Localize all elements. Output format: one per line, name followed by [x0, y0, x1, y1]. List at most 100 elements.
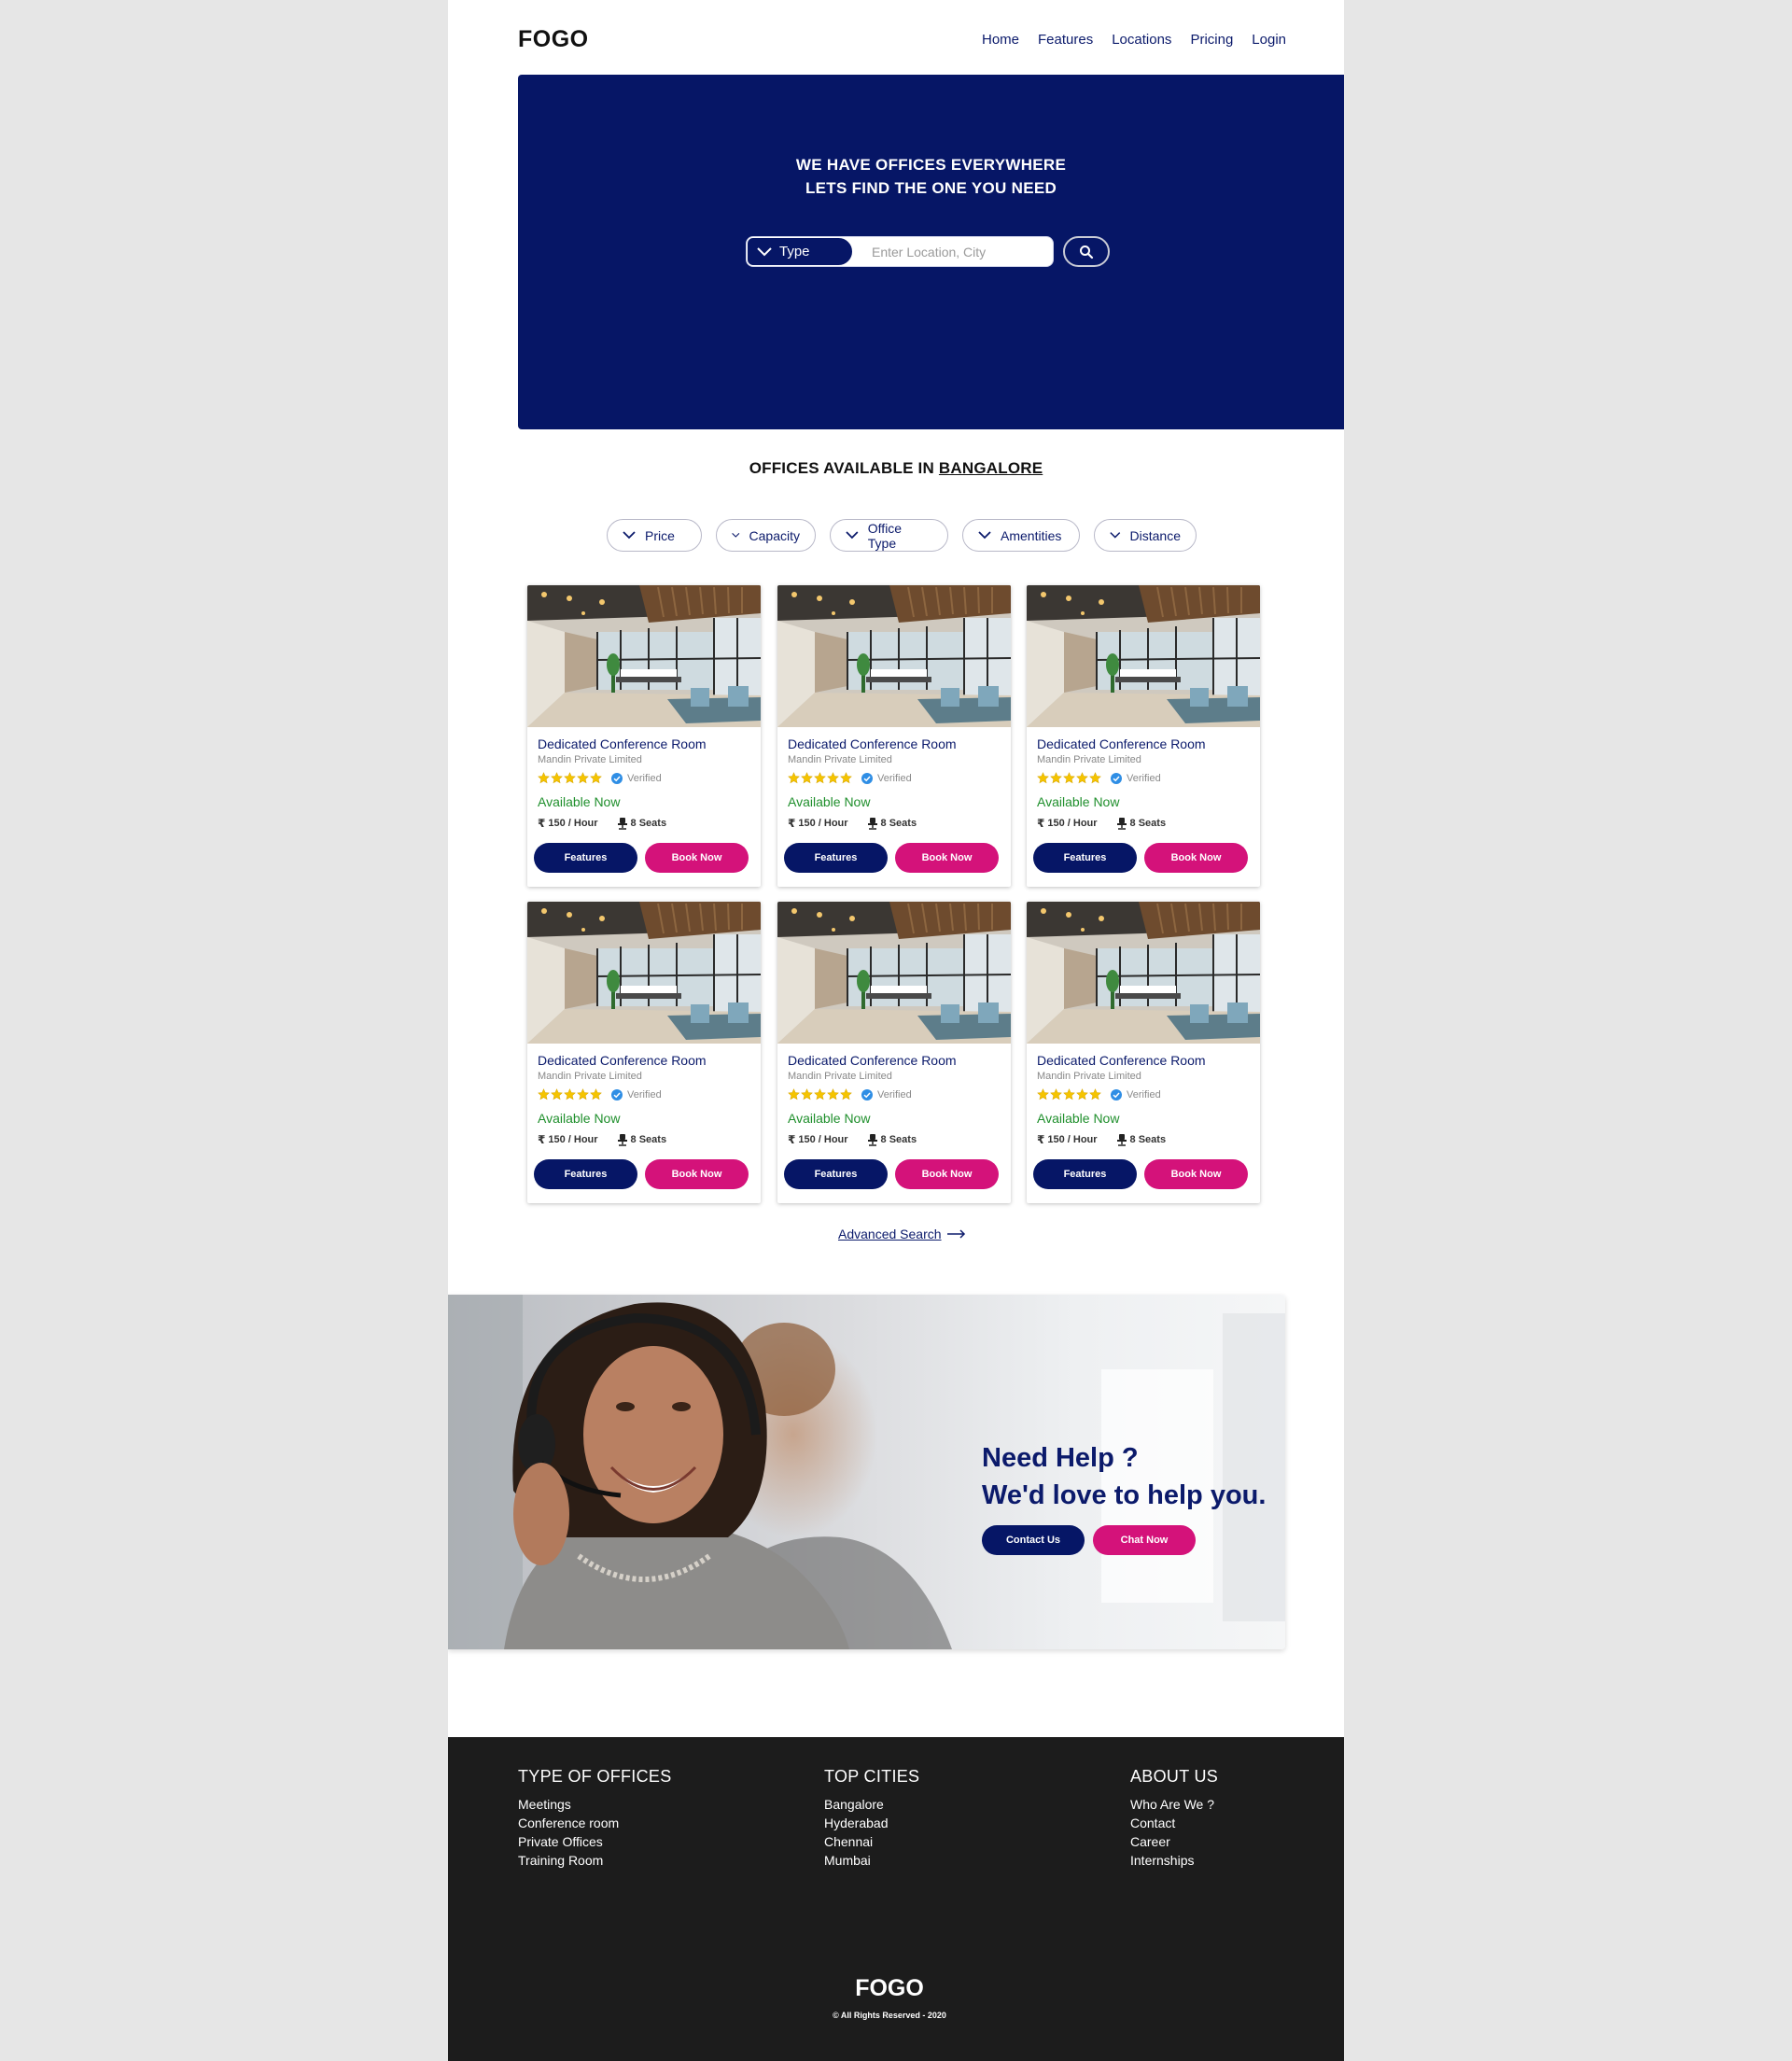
- star-icon: [551, 1088, 563, 1101]
- seat-icon: [617, 817, 627, 830]
- verified-badge: Verified: [1111, 772, 1161, 784]
- star-icon: [840, 772, 852, 784]
- footer-link[interactable]: Internships: [1130, 1851, 1218, 1870]
- chevron-down-icon: [1110, 532, 1121, 539]
- verified-label: Verified: [627, 1088, 662, 1101]
- filter-office-type[interactable]: Office Type: [830, 519, 948, 552]
- footer-link[interactable]: Training Room: [518, 1851, 672, 1870]
- rating-stars: [788, 1088, 852, 1101]
- availability-status: Available Now: [788, 794, 871, 809]
- rating-stars: [1037, 772, 1101, 784]
- contact-us-button[interactable]: Contact Us: [982, 1525, 1085, 1555]
- footer-link[interactable]: Chennai: [824, 1832, 919, 1851]
- footer-link[interactable]: Contact: [1130, 1814, 1218, 1832]
- office-card[interactable]: Dedicated Conference Room Mandin Private…: [777, 902, 1011, 1203]
- office-meta: ₹ 150 / Hour 8 Seats: [1037, 1133, 1166, 1146]
- features-button[interactable]: Features: [784, 843, 888, 873]
- book-now-button[interactable]: Book Now: [1144, 1159, 1248, 1189]
- footer-col-office-types: TYPE OF OFFICES Meetings Conference room…: [518, 1767, 672, 1870]
- rupee-icon: ₹: [1037, 1133, 1045, 1146]
- office-card[interactable]: Dedicated Conference Room Mandin Private…: [777, 585, 1011, 887]
- nav-pricing[interactable]: Pricing: [1190, 32, 1233, 48]
- verified-badge: Verified: [611, 1088, 662, 1101]
- office-title[interactable]: Dedicated Conference Room: [788, 736, 957, 751]
- office-company: Mandin Private Limited: [788, 754, 892, 765]
- book-now-button[interactable]: Book Now: [895, 1159, 999, 1189]
- filter-amenities[interactable]: Amentities: [962, 519, 1080, 552]
- footer-col-title: ABOUT US: [1130, 1767, 1219, 1786]
- nav-login[interactable]: Login: [1252, 32, 1286, 48]
- seat-icon: [1116, 817, 1127, 830]
- office-meta: ₹ 150 / Hour 8 Seats: [1037, 817, 1166, 830]
- office-title[interactable]: Dedicated Conference Room: [538, 736, 707, 751]
- filter-distance[interactable]: Distance: [1094, 519, 1197, 552]
- office-card[interactable]: Dedicated Conference Room Mandin Private…: [1027, 585, 1260, 887]
- star-icon: [590, 772, 602, 784]
- filter-price[interactable]: Price: [607, 519, 702, 552]
- book-now-button[interactable]: Book Now: [645, 843, 749, 873]
- star-icon: [814, 1088, 826, 1101]
- filter-capacity[interactable]: Capacity: [716, 519, 816, 552]
- hero-banner: WE HAVE OFFICES EVERYWHERE LETS FIND THE…: [518, 75, 1344, 429]
- office-title[interactable]: Dedicated Conference Room: [1037, 1053, 1206, 1068]
- book-now-button[interactable]: Book Now: [645, 1159, 749, 1189]
- seats-label: 8 Seats: [880, 1134, 917, 1145]
- footer-link[interactable]: Hyderabad: [824, 1814, 919, 1832]
- rating-stars: [538, 1088, 602, 1101]
- office-photo[interactable]: [1027, 585, 1260, 727]
- rating-stars: [788, 772, 852, 784]
- nav-home[interactable]: Home: [982, 32, 1019, 48]
- chat-now-button[interactable]: Chat Now: [1093, 1525, 1196, 1555]
- search-button[interactable]: [1063, 236, 1110, 267]
- footer-link[interactable]: Bangalore: [824, 1795, 919, 1814]
- features-button[interactable]: Features: [1033, 1159, 1137, 1189]
- star-icon: [827, 1088, 839, 1101]
- verified-check-icon: [611, 1088, 623, 1101]
- book-now-button[interactable]: Book Now: [1144, 843, 1248, 873]
- office-card[interactable]: Dedicated Conference Room Mandin Private…: [527, 902, 761, 1203]
- office-meta: ₹ 150 / Hour 8 Seats: [538, 1133, 666, 1146]
- star-icon: [827, 772, 839, 784]
- footer-link[interactable]: Private Offices: [518, 1832, 672, 1851]
- footer-link[interactable]: Conference room: [518, 1814, 672, 1832]
- office-photo[interactable]: [1027, 902, 1260, 1044]
- star-icon: [814, 772, 826, 784]
- footer-link[interactable]: Mumbai: [824, 1851, 919, 1870]
- nav-features[interactable]: Features: [1038, 32, 1093, 48]
- price-info: ₹ 150 / Hour: [1037, 817, 1098, 830]
- office-rating: Verified: [538, 772, 662, 784]
- office-photo[interactable]: [527, 902, 761, 1044]
- hero-title-line1: WE HAVE OFFICES EVERYWHERE: [795, 156, 1067, 174]
- book-now-button[interactable]: Book Now: [895, 843, 999, 873]
- verified-check-icon: [611, 772, 623, 784]
- star-icon: [590, 1088, 602, 1101]
- site-logo[interactable]: FOGO: [518, 26, 589, 53]
- price-label: 150 / Hour: [798, 818, 848, 829]
- footer-link[interactable]: Who Are We ?: [1130, 1795, 1218, 1814]
- nav-locations[interactable]: Locations: [1112, 32, 1171, 48]
- offices-heading-city[interactable]: BANGALORE: [939, 459, 1043, 477]
- office-photo[interactable]: [527, 585, 761, 727]
- features-button[interactable]: Features: [784, 1159, 888, 1189]
- advanced-search-link[interactable]: Advanced Search: [838, 1227, 966, 1241]
- features-button[interactable]: Features: [1033, 843, 1137, 873]
- location-input[interactable]: [862, 237, 1053, 266]
- footer-copyright: © All Rights Reserved - 2020: [833, 2011, 946, 2020]
- star-icon: [564, 1088, 576, 1101]
- type-dropdown[interactable]: Type: [747, 237, 853, 266]
- office-title[interactable]: Dedicated Conference Room: [1037, 736, 1206, 751]
- footer-link[interactable]: Meetings: [518, 1795, 672, 1814]
- office-photo[interactable]: [777, 585, 1011, 727]
- features-button[interactable]: Features: [534, 843, 637, 873]
- price-label: 150 / Hour: [1047, 818, 1098, 829]
- features-button[interactable]: Features: [534, 1159, 637, 1189]
- footer-logo[interactable]: FOGO: [448, 1975, 1331, 2002]
- availability-status: Available Now: [538, 794, 621, 809]
- office-photo[interactable]: [777, 902, 1011, 1044]
- office-title[interactable]: Dedicated Conference Room: [788, 1053, 957, 1068]
- office-title[interactable]: Dedicated Conference Room: [538, 1053, 707, 1068]
- availability-status: Available Now: [538, 1111, 621, 1126]
- office-card[interactable]: Dedicated Conference Room Mandin Private…: [1027, 902, 1260, 1203]
- office-card[interactable]: Dedicated Conference Room Mandin Private…: [527, 585, 761, 887]
- footer-link[interactable]: Career: [1130, 1832, 1218, 1851]
